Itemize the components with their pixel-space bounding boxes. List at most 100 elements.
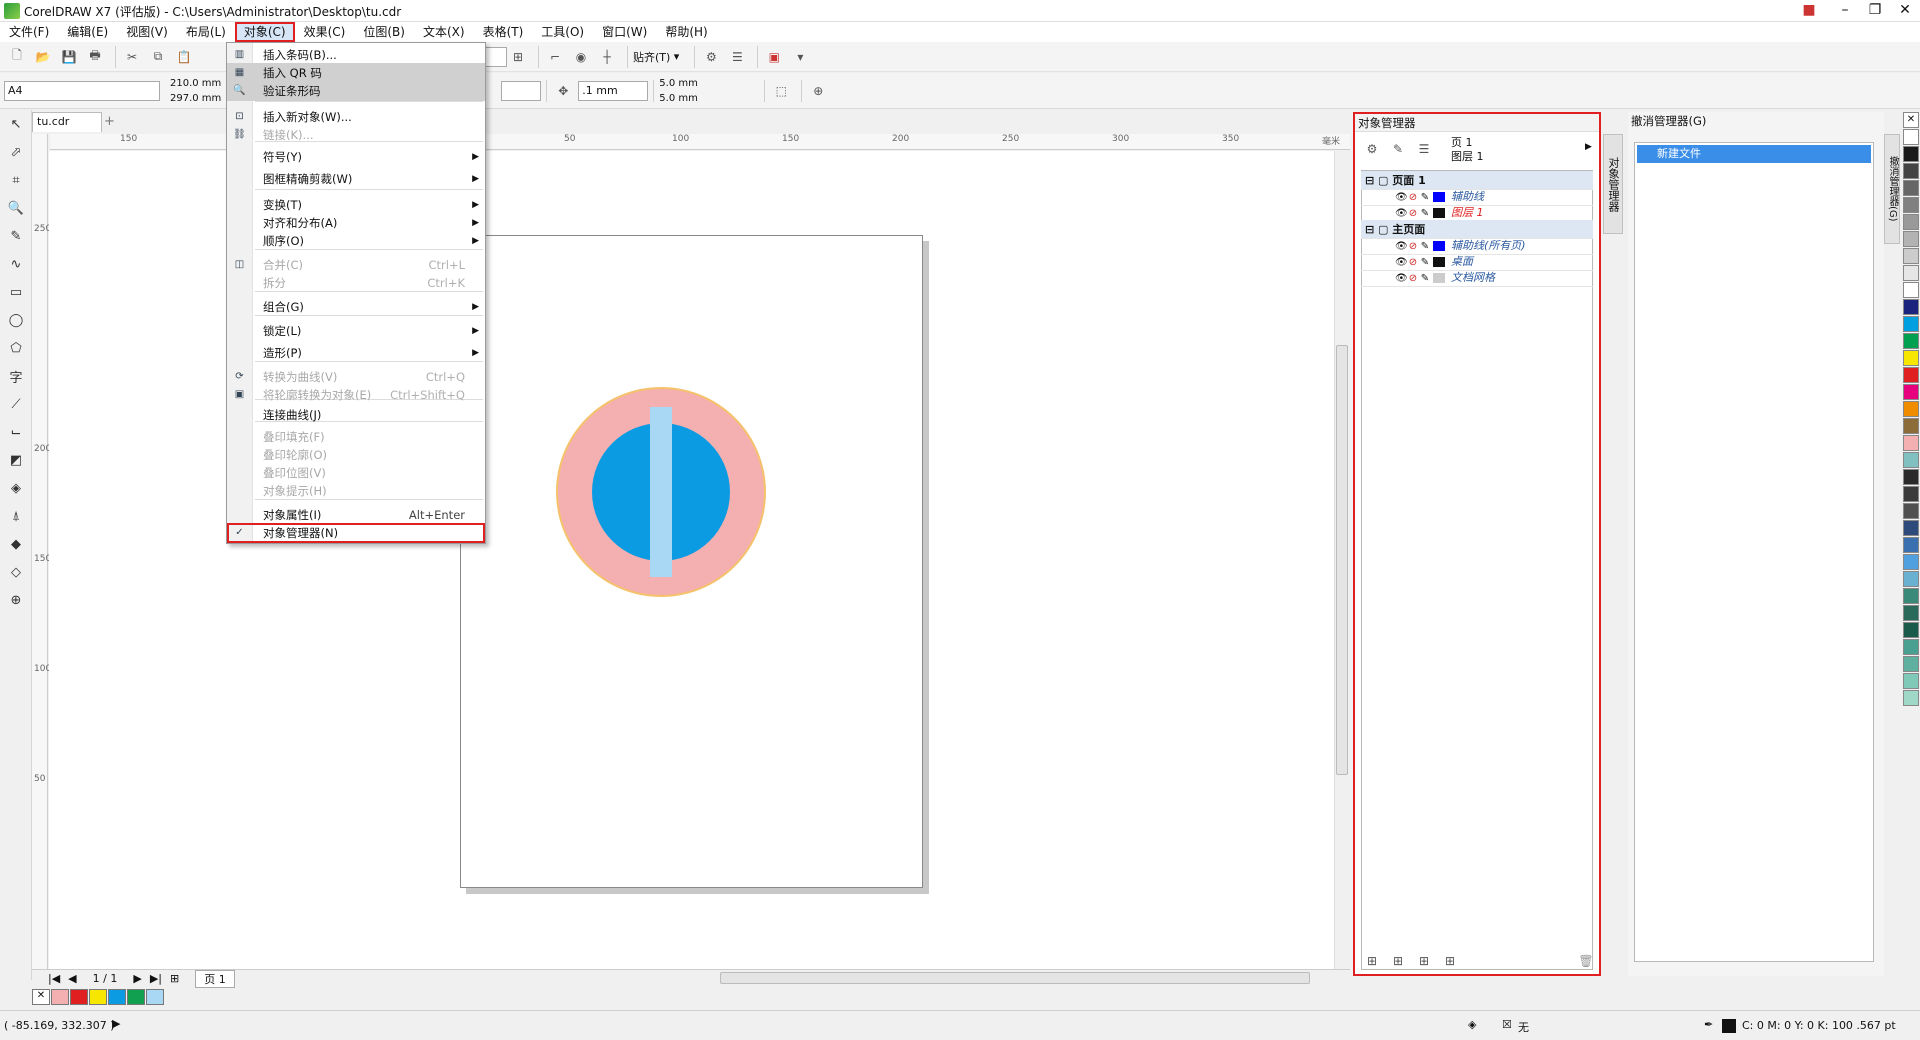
menu-effects[interactable]: 效果(C) [295, 22, 355, 42]
show-guidelines-icon[interactable]: ┼ [596, 46, 618, 68]
palette-swatch[interactable] [1903, 486, 1919, 502]
drop-shadow-icon[interactable]: ◩ [0, 446, 32, 474]
show-grid-icon[interactable]: ◉ [570, 46, 592, 68]
menu-bitmaps[interactable]: 位图(B) [354, 22, 414, 42]
freehand-tool-icon[interactable]: ✎ [0, 222, 32, 250]
vertical-scroll-thumb[interactable] [1336, 345, 1348, 775]
print-icon[interactable]: 🖶 [84, 46, 106, 68]
crop-tool-icon[interactable]: ⌗ [0, 166, 32, 194]
page-width[interactable]: 210.0 mm [170, 76, 221, 91]
print-disabled-icon[interactable]: ⊘ [1407, 269, 1419, 288]
add-page-icon[interactable]: ⊞ [170, 972, 179, 985]
save-icon[interactable]: 💾 [58, 46, 80, 68]
palette-swatch[interactable] [1903, 180, 1919, 196]
delete-icon[interactable]: 🗑 [1575, 950, 1597, 972]
user-icon[interactable]: ■ [1796, 0, 1822, 22]
zoom-tool-icon[interactable]: 🔍 [0, 194, 32, 222]
edit-pen-icon[interactable]: ✎ [1419, 269, 1431, 288]
document-page[interactable] [460, 235, 923, 888]
palette-swatch[interactable] [1903, 231, 1919, 247]
collapse-icon[interactable]: ⊟ ▢ [1365, 174, 1392, 187]
new-document-icon[interactable]: 🗋 [6, 46, 28, 68]
doc-palette-swatch[interactable] [89, 989, 107, 1005]
treat-as-filled-icon[interactable]: ⬚ [770, 80, 792, 102]
prev-page-icon[interactable]: ◀ [68, 972, 76, 985]
first-page-icon[interactable]: |◀ [48, 972, 60, 985]
palette-swatch[interactable] [1903, 503, 1919, 519]
smart-fill-icon[interactable]: ◇ [0, 558, 32, 586]
chevron-down-icon[interactable]: ▾ [789, 46, 811, 68]
menu-item-9[interactable]: 顺序(O) ▶ [227, 231, 485, 251]
show-properties-icon[interactable]: ⚙ [1361, 138, 1383, 160]
layer-color-swatch[interactable] [1433, 257, 1445, 267]
artistic-media-icon[interactable]: ∿ [0, 250, 32, 278]
open-icon[interactable]: 📂 [32, 46, 54, 68]
menu-window[interactable]: 窗口(W) [593, 22, 656, 42]
dup-x[interactable]: 5.0 mm [659, 76, 759, 91]
close-button[interactable]: ✕ [1892, 0, 1918, 22]
menu-item-13[interactable]: 锁定(L) ▶ [227, 321, 485, 341]
no-color-swatch[interactable]: ✕ [32, 989, 50, 1005]
cut-icon[interactable]: ✂ [121, 46, 143, 68]
copy-icon[interactable]: ⧉ [147, 46, 169, 68]
status-arrow-icon[interactable]: ▶ [112, 1017, 120, 1030]
minimize-button[interactable]: – [1832, 0, 1858, 22]
palette-swatch[interactable] [1903, 367, 1919, 383]
doc-palette-swatch[interactable] [70, 989, 88, 1005]
menu-item-0[interactable]: ▥ 插入条码(B)... [227, 45, 485, 65]
layer-color-swatch[interactable] [1433, 273, 1445, 283]
show-rulers-icon[interactable]: ⌐ [544, 46, 566, 68]
doc-palette-swatch[interactable] [51, 989, 69, 1005]
next-page-icon[interactable]: ▶ [133, 972, 141, 985]
light-blue-bar[interactable] [650, 407, 672, 577]
palette-swatch[interactable] [1903, 537, 1919, 553]
menu-table[interactable]: 表格(T) [474, 22, 533, 42]
add-toolbar-icon[interactable]: ⊕ [807, 80, 829, 102]
palette-swatch[interactable] [1903, 214, 1919, 230]
palette-swatch[interactable] [1903, 571, 1919, 587]
shape-tool-icon[interactable]: ⬀ [0, 138, 32, 166]
pick-tool-icon[interactable]: ↖ [0, 110, 32, 138]
collapse-icon[interactable]: ⊟ ▢ [1365, 223, 1392, 236]
last-page-icon[interactable]: ▶| [150, 972, 162, 985]
polygon-tool-icon[interactable]: ⬠ [0, 334, 32, 362]
edit-across-layers-icon[interactable]: ✎ [1387, 138, 1409, 160]
page-size-select[interactable]: A4 [4, 80, 160, 101]
color-eyedropper-icon[interactable]: ⍋ [0, 502, 32, 530]
palette-swatch[interactable] [1903, 605, 1919, 621]
menu-item-3[interactable]: ⊡ 插入新对象(W)... [227, 107, 485, 127]
palette-swatch[interactable] [1903, 520, 1919, 536]
doc-palette-swatch[interactable] [127, 989, 145, 1005]
menu-text[interactable]: 文本(X) [414, 22, 474, 42]
palette-swatch[interactable] [1903, 350, 1919, 366]
menu-file[interactable]: 文件(F) [0, 22, 58, 42]
undo-item-new-file[interactable]: 新建文件 [1637, 145, 1871, 163]
tree-layer-node[interactable]: 👁⊘ ✎ 文档网格 [1361, 268, 1593, 287]
palette-swatch[interactable] [1903, 163, 1919, 179]
options-icon[interactable]: ⚙ [700, 46, 722, 68]
visibility-eye-icon[interactable]: 👁 [1395, 269, 1408, 288]
rectangle-tool-icon[interactable]: ▭ [0, 278, 32, 306]
menu-tools[interactable]: 工具(O) [532, 22, 593, 42]
menu-item-6[interactable]: 图框精确剪裁(W) ▶ [227, 169, 485, 189]
application-launcher-icon[interactable]: ☰ [726, 46, 748, 68]
palette-swatch[interactable] [1903, 333, 1919, 349]
object-manager-menu-arrow[interactable]: ▶ [1585, 142, 1592, 152]
menu-object[interactable]: 对象(C) [234, 22, 295, 42]
new-layer-icon[interactable]: ⊞ [1361, 950, 1383, 972]
menu-item-22[interactable]: 对象属性(I) Alt+Enter [227, 505, 485, 525]
menu-edit[interactable]: 编辑(E) [58, 22, 117, 42]
nudge-distance-input[interactable]: .1 mm [578, 80, 649, 101]
new-master-layer-odd-icon[interactable]: ⊞ [1439, 950, 1461, 972]
palette-swatch[interactable] [1903, 384, 1919, 400]
no-fill-swatch[interactable]: ✕ [1903, 112, 1919, 128]
parallel-dimension-icon[interactable]: ⟋ [0, 390, 32, 418]
palette-swatch[interactable] [1903, 248, 1919, 264]
side-tab-undo-manager[interactable]: 撤消管理器(G) [1884, 134, 1900, 244]
menu-item-5[interactable]: 符号(Y) ▶ [227, 147, 485, 167]
new-master-layer-all-icon[interactable]: ⊞ [1413, 950, 1435, 972]
add-document-tab-icon[interactable]: + [104, 114, 115, 129]
doc-palette-swatch[interactable] [146, 989, 164, 1005]
restore-button[interactable]: ❐ [1862, 0, 1888, 22]
menu-item-8[interactable]: 对齐和分布(A) ▶ [227, 213, 485, 233]
